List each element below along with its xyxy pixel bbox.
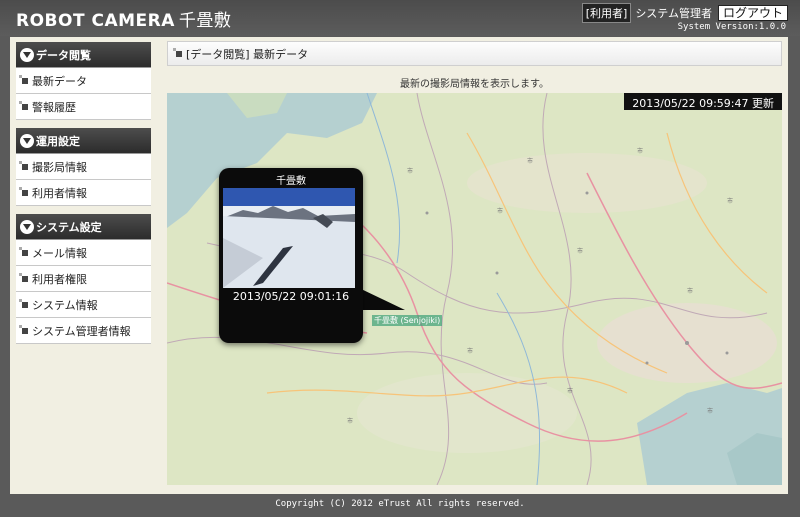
- svg-text:市: 市: [577, 247, 583, 255]
- svg-text:市: 市: [407, 167, 413, 175]
- capture-timestamp: 2013/05/22 09:01:16: [232, 290, 350, 303]
- collapse-icon: [20, 47, 34, 62]
- sidebar-item-label: 利用者情報: [32, 186, 87, 200]
- svg-text:市: 市: [467, 347, 473, 355]
- collapse-icon: [20, 133, 34, 148]
- svg-text:市: 市: [637, 147, 643, 155]
- popup-tail: [359, 288, 405, 310]
- svg-text:市: 市: [707, 407, 713, 415]
- bullet-icon: [19, 324, 28, 334]
- sidebar-section-data[interactable]: データ閲覧: [16, 42, 151, 68]
- station-marker[interactable]: 千畳敷 (Senjojiki): [372, 315, 443, 326]
- breadcrumb: [データ閲覧] 最新データ: [167, 41, 782, 66]
- app-title: ROBOT CAMERA 千畳敷: [16, 6, 231, 31]
- bullet-icon: [19, 186, 28, 196]
- bullet-icon: [173, 47, 182, 57]
- sidebar-item-label: メール情報: [32, 246, 87, 260]
- sidebar-item-label: 利用者権限: [32, 272, 87, 286]
- section-title: 運用設定: [36, 134, 80, 148]
- site-name: 千畳敷: [178, 11, 232, 31]
- sidebar-item-latest-data[interactable]: 最新データ: [16, 68, 151, 94]
- sidebar-item-user-info[interactable]: 利用者情報: [16, 180, 151, 206]
- sidebar-item-label: 撮影局情報: [32, 160, 87, 174]
- sidebar-item-system-info[interactable]: システム情報: [16, 292, 151, 318]
- svg-text:市: 市: [727, 197, 733, 205]
- sidebar-item-label: システム管理者情報: [32, 324, 131, 338]
- map-view[interactable]: 市市市 市市市 市市市 市市市 2013/05/22 09:59:47 更新 千…: [167, 93, 782, 485]
- bullet-icon: [19, 74, 28, 84]
- sidebar: データ閲覧 最新データ 警報履歴 運用設定 撮影局情報 利用者情報 システム設定…: [16, 42, 151, 344]
- brand-name: ROBOT CAMERA: [16, 11, 175, 31]
- version-text: System Version:1.0.0: [677, 22, 786, 32]
- bullet-icon: [19, 298, 28, 308]
- bullet-icon: [19, 246, 28, 256]
- snow-mountain-image: [223, 188, 355, 288]
- section-title: データ閲覧: [36, 48, 91, 62]
- svg-text:市: 市: [347, 417, 353, 425]
- camera-photo[interactable]: [223, 188, 355, 288]
- popup-title: 千畳敷: [276, 176, 306, 187]
- logout-button[interactable]: ログアウト: [717, 4, 788, 21]
- page-description: 最新の撮影局情報を表示します。: [400, 79, 549, 90]
- section-title: システム設定: [36, 220, 102, 234]
- sidebar-item-mail-info[interactable]: メール情報: [16, 240, 151, 266]
- svg-text:市: 市: [497, 207, 503, 215]
- camera-popup[interactable]: 千畳敷 2013/05/22 09:01:16: [219, 168, 363, 343]
- collapse-icon: [20, 219, 34, 234]
- sidebar-item-label: 最新データ: [32, 74, 87, 88]
- user-box: [利用者] システム管理者 ログアウト: [581, 2, 788, 23]
- sidebar-item-station-info[interactable]: 撮影局情報: [16, 154, 151, 180]
- copyright-footer: Copyright (C) 2012 eTrust All rights res…: [275, 499, 525, 509]
- sidebar-item-user-permission[interactable]: 利用者権限: [16, 266, 151, 292]
- svg-text:市: 市: [527, 157, 533, 165]
- last-updated-badge: 2013/05/22 09:59:47 更新: [624, 93, 782, 110]
- breadcrumb-text: [データ閲覧] 最新データ: [186, 47, 309, 61]
- user-name: システム管理者: [635, 6, 712, 20]
- sidebar-section-operation[interactable]: 運用設定: [16, 128, 151, 154]
- bullet-icon: [19, 160, 28, 170]
- sidebar-item-label: システム情報: [32, 298, 98, 312]
- svg-text:市: 市: [687, 287, 693, 295]
- role-badge: [利用者]: [581, 2, 632, 23]
- app-header: ROBOT CAMERA 千畳敷 [利用者] システム管理者 ログアウト Syst…: [0, 0, 800, 36]
- sidebar-item-alarm-history[interactable]: 警報履歴: [16, 94, 151, 120]
- sidebar-section-system[interactable]: システム設定: [16, 214, 151, 240]
- bullet-icon: [19, 100, 28, 110]
- sidebar-item-label: 警報履歴: [32, 100, 76, 114]
- sidebar-item-admin-info[interactable]: システム管理者情報: [16, 318, 151, 344]
- bullet-icon: [19, 272, 28, 282]
- main-panel: データ閲覧 最新データ 警報履歴 運用設定 撮影局情報 利用者情報 システム設定…: [10, 37, 788, 494]
- svg-text:市: 市: [567, 387, 573, 395]
